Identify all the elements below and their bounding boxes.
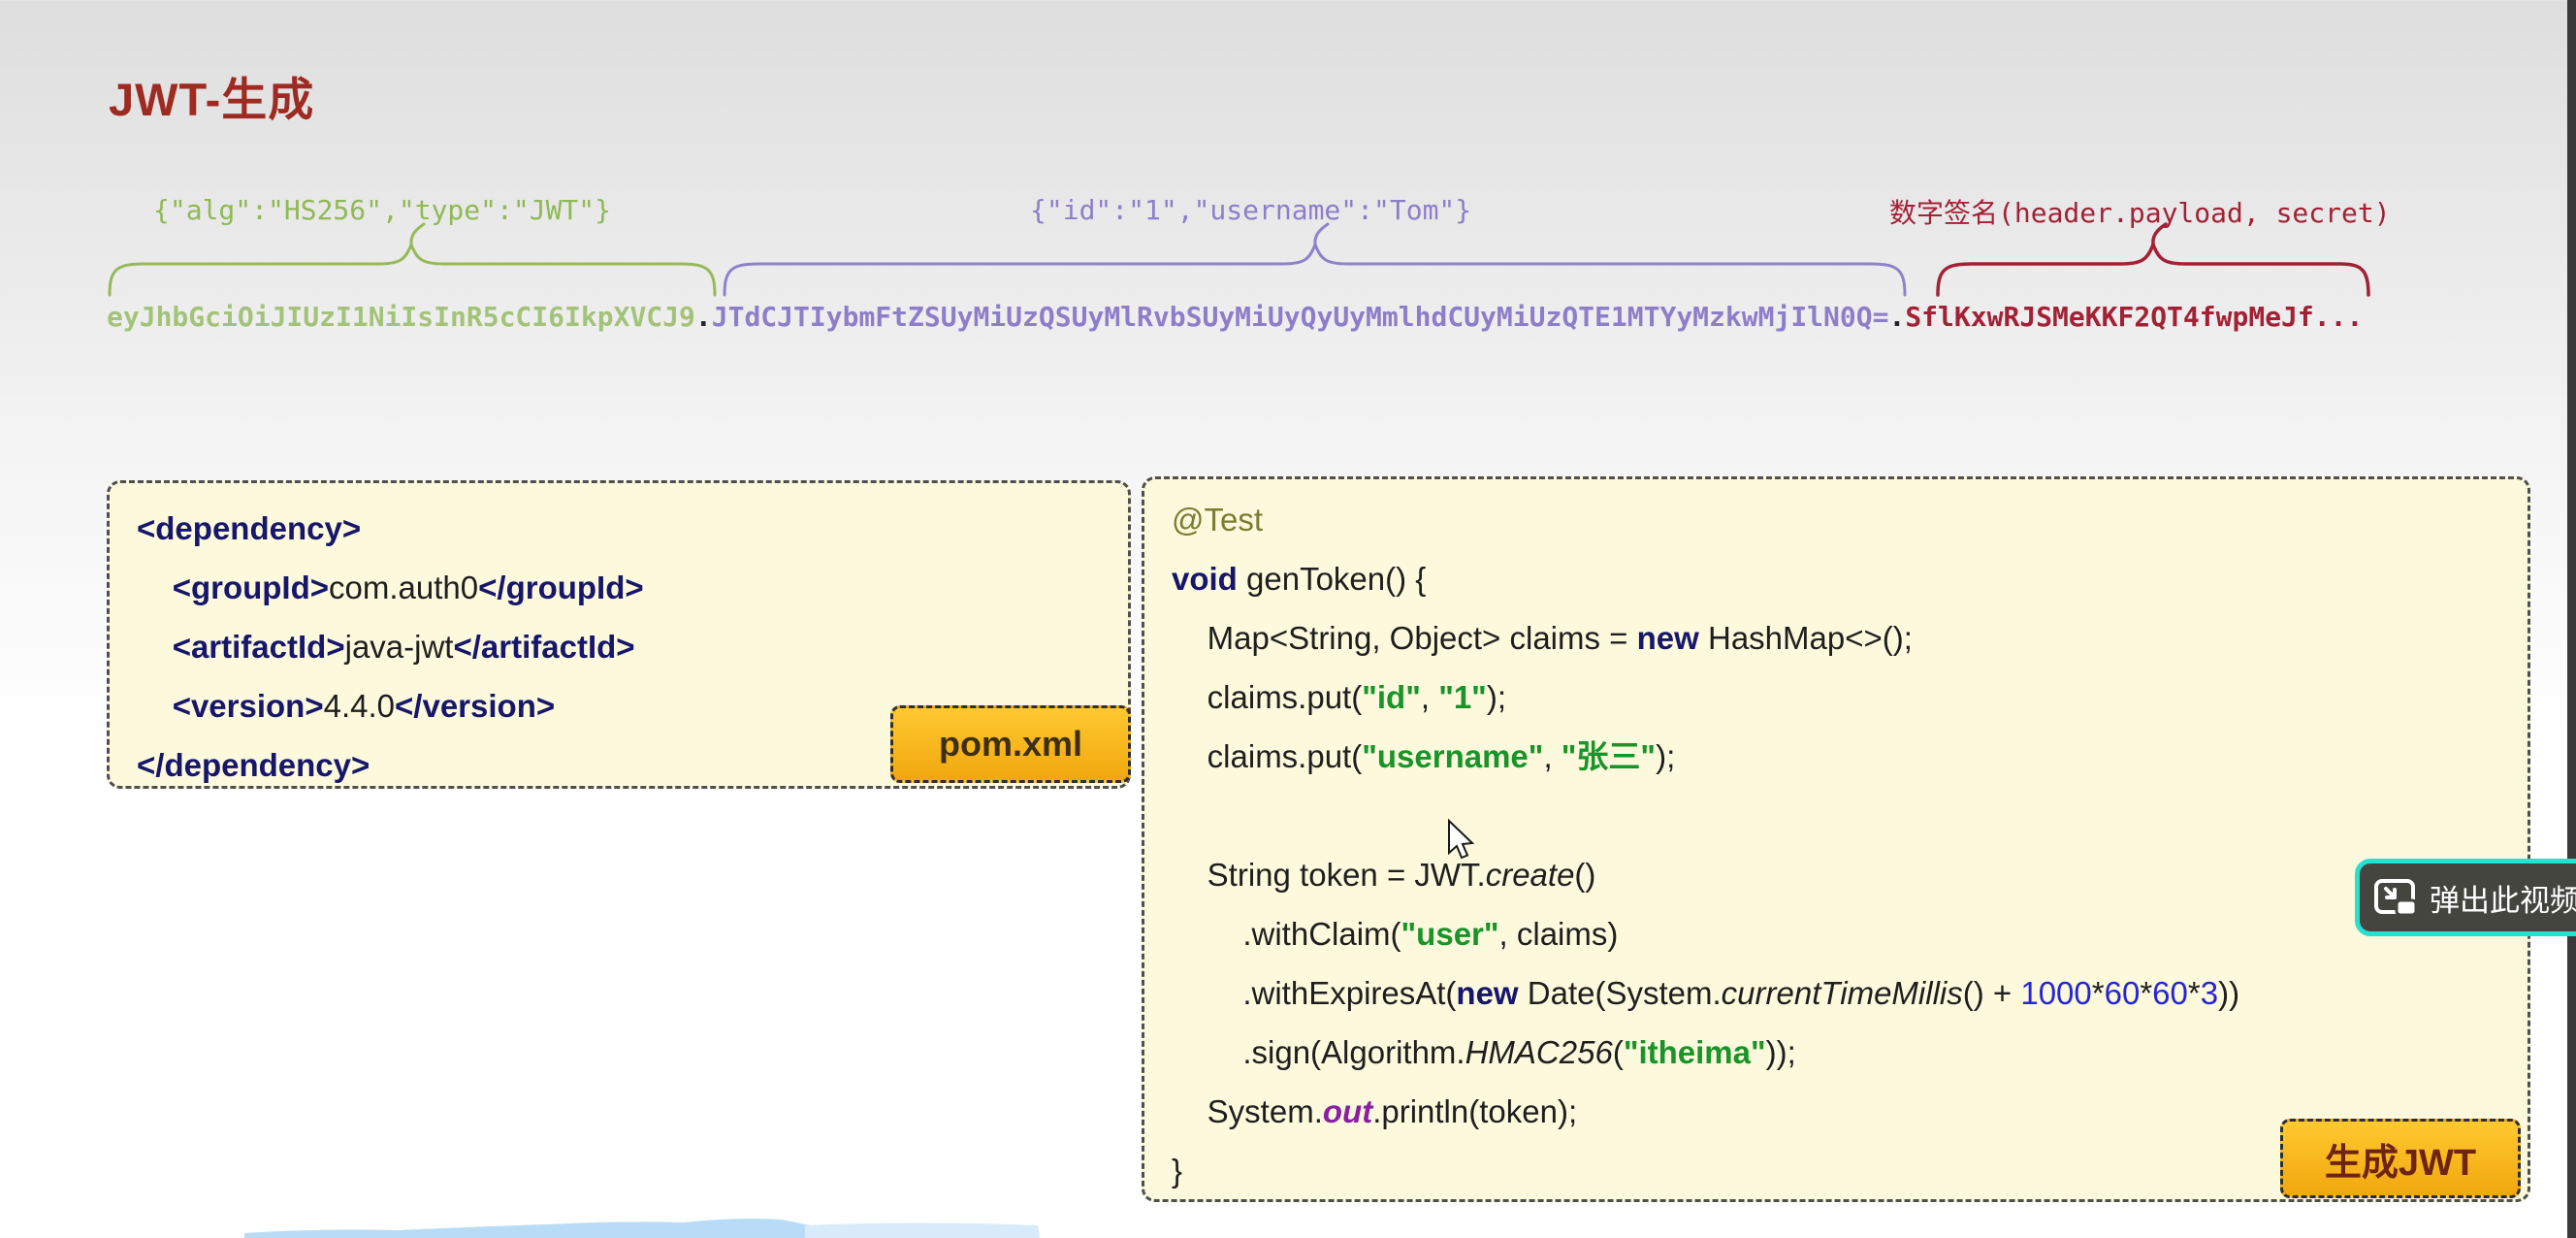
pom-xml-label-text: pom.xml: [939, 724, 1082, 765]
code-line: String token = JWT.create(): [1172, 845, 2528, 904]
code-line: .withClaim("user", claims): [1172, 904, 2528, 963]
payload-brace: [724, 244, 1905, 295]
highlight-wave: [244, 1219, 811, 1238]
jwt-signature-annotation: 数字签名(header.payload, secret): [1889, 192, 2391, 231]
code-line: .sign(Algorithm.HMAC256("itheima"));: [1172, 1023, 2528, 1082]
code-line: <dependency>: [137, 499, 1128, 558]
code-line: <artifactId>java-jwt</artifactId>: [137, 617, 1128, 676]
jwt-token-header-part: eyJhbGciOiJIUzI1NiIsInR5cCI6IkpXVCJ9: [107, 301, 695, 333]
jwt-payload-annotation: {"id":"1","username":"Tom"}: [1030, 194, 1471, 226]
page-title: JWT-生成: [109, 62, 314, 129]
pom-xml-label: pom.xml: [890, 705, 1131, 783]
slide-root: { "page": { "title": "JWT-生成" }, "jwt": …: [0, 0, 2576, 1238]
jwt-token-separator-1: .: [695, 301, 712, 333]
java-gentoken-box: @Test void genToken() { Map<String, Obje…: [1142, 476, 2530, 1202]
highlight-wave-light: [805, 1223, 1040, 1238]
picture-in-picture-icon: [2373, 877, 2418, 918]
code-line: <groupId>com.auth0</groupId>: [137, 558, 1128, 617]
generate-jwt-label: 生成JWT: [2280, 1119, 2521, 1198]
right-edge-panel-strip: [2567, 0, 2576, 1238]
jwt-token-string: eyJhbGciOiJIUzI1NiIsInR5cCI6IkpXVCJ9.JTd…: [107, 301, 2363, 333]
code-line: .withExpiresAt(new Date(System.currentTi…: [1172, 963, 2528, 1023]
jwt-header-annotation: {"alg":"HS256","type":"JWT"}: [153, 194, 611, 226]
jwt-token-payload-part: JTdCJTIybmFtZSUyMiUzQSUyMlRvbSUyMiUyQyUy…: [712, 301, 1889, 333]
header-brace-connector: [411, 224, 424, 244]
code-line-blank: [1172, 786, 2528, 845]
jwt-token-separator-2: .: [1888, 301, 1905, 333]
signature-brace: [1938, 244, 2368, 295]
code-line: claims.put("id", "1");: [1172, 668, 2528, 727]
popout-video-button-label: 弹出此视频: [2430, 876, 2576, 920]
payload-brace-connector: [1315, 224, 1328, 244]
header-brace: [110, 244, 715, 295]
code-line: Map<String, Object> claims = new HashMap…: [1172, 608, 2528, 668]
generate-jwt-label-text: 生成JWT: [2325, 1132, 2476, 1186]
code-line: claims.put("username", "张三");: [1172, 727, 2528, 786]
code-line: @Test: [1172, 490, 2528, 549]
code-line: void genToken() {: [1172, 549, 2528, 608]
jwt-token-signature-part: SflKxwRJSMeKKF2QT4fwpMeJf...: [1905, 301, 2363, 333]
popout-video-button[interactable]: 弹出此视频: [2355, 859, 2576, 936]
